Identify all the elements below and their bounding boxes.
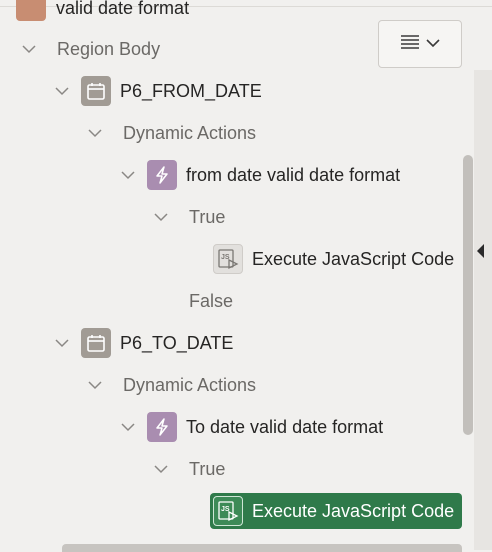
chevron-down-icon[interactable] [120,419,136,435]
tree-node-label: True [189,458,226,479]
tree-node-top-partial[interactable]: valid date format [16,0,189,26]
tree-node-label: Dynamic Actions [123,374,257,395]
calendar-icon [81,76,111,106]
tree-node-label: Region Body [57,38,161,59]
side-panel-splitter[interactable] [474,70,492,550]
hamburger-menu-icon [400,34,420,55]
chevron-down-icon[interactable] [21,41,37,57]
tree-node-region-body[interactable]: Region Body [57,31,160,67]
tree-node-label: Execute JavaScript Code [252,500,455,521]
chevron-down-icon[interactable] [153,209,169,225]
collapse-arrow-icon[interactable] [477,244,484,258]
chevron-down-icon [426,35,440,53]
tree-node-dynamic-actions[interactable]: Dynamic Actions [123,367,256,403]
tree-node-label: valid date format [56,0,190,18]
javascript-icon: JS [213,244,243,274]
tree-node-true[interactable]: True [189,199,225,235]
chevron-down-icon[interactable] [54,83,70,99]
code-icon [16,0,46,21]
tree-node-label: True [189,206,226,227]
calendar-icon [81,328,111,358]
chevron-down-icon[interactable] [54,335,70,351]
tree-node-label: Dynamic Actions [123,122,257,143]
chevron-down-icon[interactable] [87,125,103,141]
chevron-down-icon[interactable] [153,461,169,477]
tree-node-label: False [189,290,234,311]
tree-node-label: To date valid date format [186,416,384,437]
tree-node-p6-from-date[interactable]: P6_FROM_DATE [81,73,262,109]
tree-node-execute-js[interactable]: JS Execute JavaScript Code [213,241,454,277]
tree-menu-button[interactable] [378,20,462,68]
horizontal-scrollbar[interactable] [62,544,462,552]
tree-node-dynamic-action[interactable]: To date valid date format [147,409,383,445]
tree-node-p6-to-date[interactable]: P6_TO_DATE [81,325,233,361]
javascript-icon: JS [213,496,243,526]
tree-node-label: Execute JavaScript Code [252,248,455,269]
tree-node-label: P6_FROM_DATE [120,80,262,101]
chevron-down-icon[interactable] [120,167,136,183]
tree-node-dynamic-actions[interactable]: Dynamic Actions [123,115,256,151]
tree-node-true[interactable]: True [189,451,225,487]
tree-node-false[interactable]: False [189,283,233,319]
tree-node-label: P6_TO_DATE [120,332,234,353]
tree-node-dynamic-action[interactable]: from date valid date format [147,157,400,193]
vertical-scrollbar[interactable] [463,155,473,435]
lightning-icon [147,412,177,442]
tree-node-label: from date valid date format [186,164,401,185]
lightning-icon [147,160,177,190]
chevron-down-icon[interactable] [87,377,103,393]
tree-node-execute-js-selected[interactable]: JS Execute JavaScript Code [213,493,454,529]
